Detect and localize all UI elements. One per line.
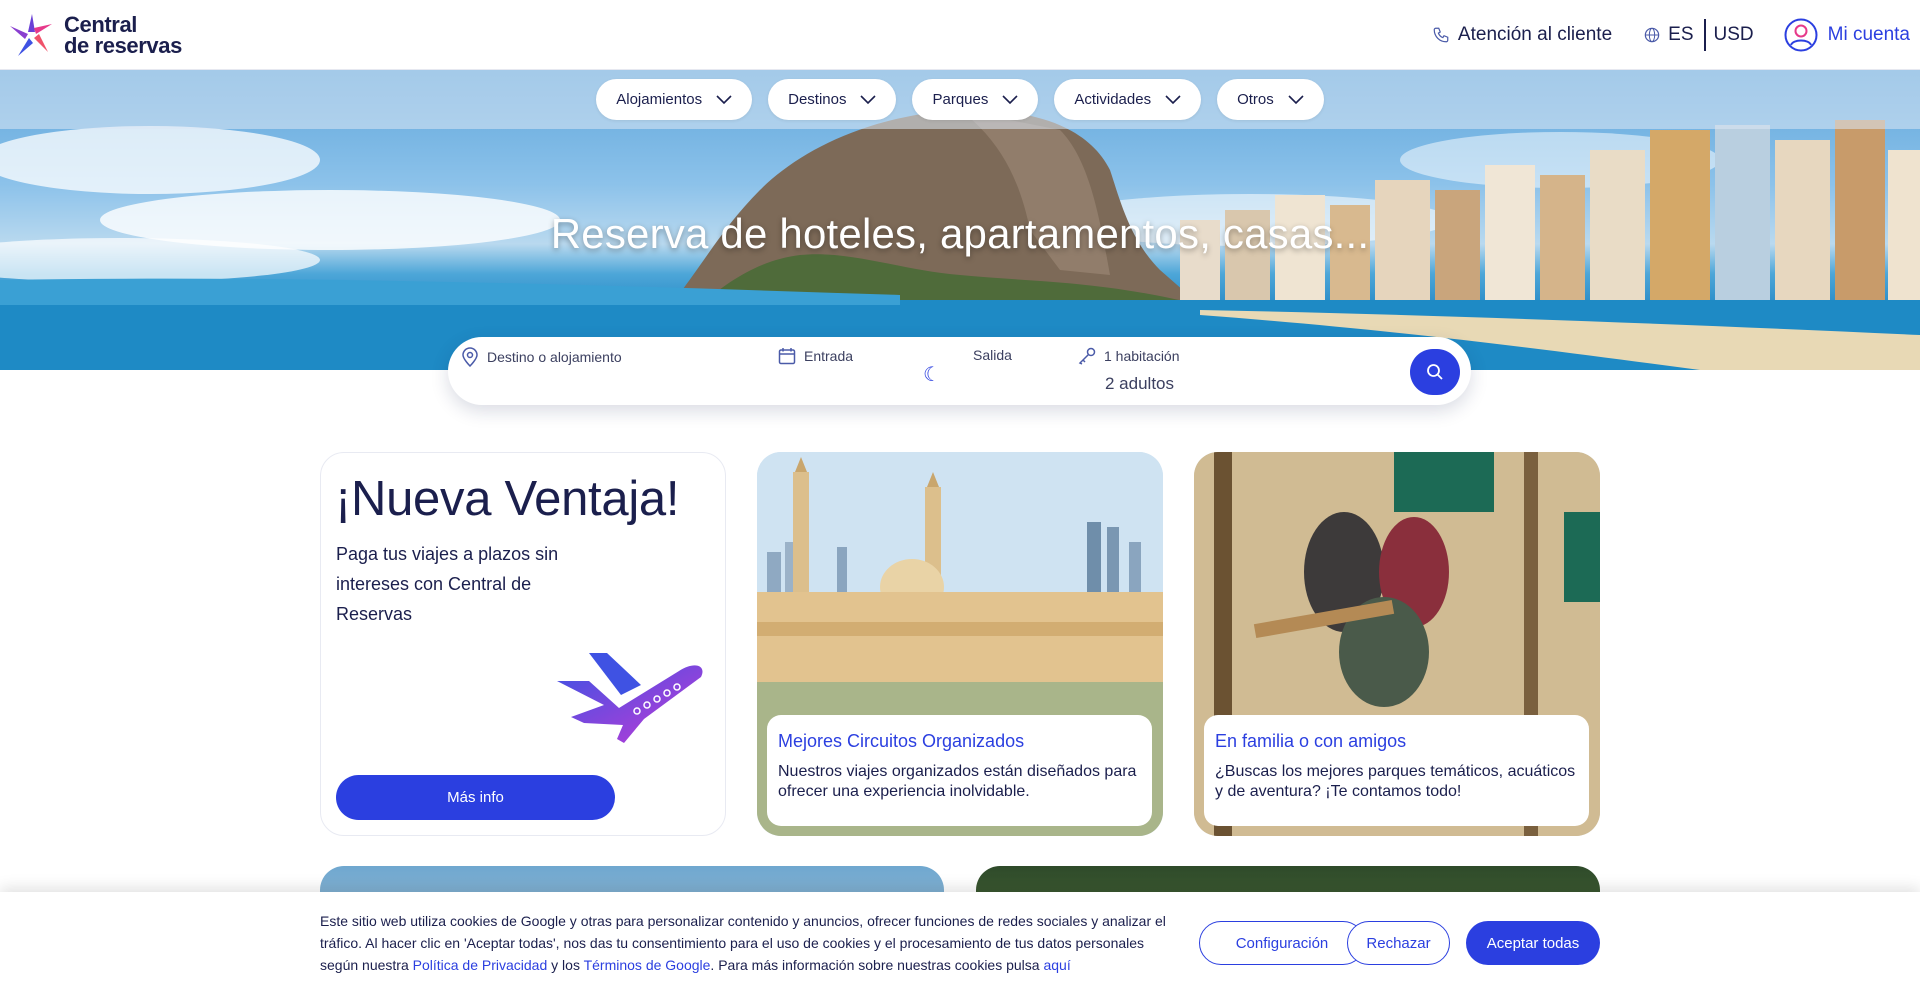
nav-alojamientos[interactable]: Alojamientos (596, 79, 753, 120)
promo-title: ¡Nueva Ventaja! (335, 472, 680, 526)
nav-actividades[interactable]: Actividades (1054, 79, 1202, 120)
nav-parques[interactable]: Parques (912, 79, 1039, 120)
globe-icon (1644, 27, 1660, 43)
rooms-field[interactable]: 1 habitación (1078, 347, 1180, 365)
currency-code: USD (1713, 24, 1754, 45)
phone-icon (1433, 27, 1449, 43)
search-button[interactable] (1410, 349, 1460, 395)
card-text: Nuestros viajes organizados están diseña… (778, 763, 1137, 800)
language-code: ES (1668, 24, 1694, 45)
cookie-text-2: y los (547, 957, 584, 973)
brand-logo[interactable]: Central de reservas (8, 12, 182, 58)
chevron-down-icon (716, 94, 732, 104)
chevron-down-icon (860, 94, 877, 104)
location-pin-icon (462, 347, 478, 367)
cookie-text: Este sitio web utiliza cookies de Google… (320, 910, 1182, 976)
account-label: Mi cuenta (1827, 24, 1910, 45)
checkout-label: Salida (973, 347, 1012, 363)
search-bar: Destino o alojamiento Entrada ☾ Salida 1… (448, 337, 1471, 405)
chevron-down-icon (1165, 94, 1181, 104)
destination-field[interactable]: Destino o alojamiento (461, 347, 761, 367)
rooms-label: 1 habitación (1104, 348, 1180, 364)
destination-placeholder: Destino o alojamiento (487, 349, 622, 365)
card-caption: Mejores Circuitos Organizados Nuestros v… (767, 715, 1152, 826)
checkout-field[interactable]: Salida (973, 347, 1012, 363)
nav-label: Otros (1237, 91, 1274, 108)
checkin-label: Entrada (804, 348, 854, 364)
nav-destinos[interactable]: Destinos (768, 79, 897, 120)
hero-banner: Alojamientos Destinos Parques Actividade… (0, 70, 1920, 370)
promo-card: ¡Nueva Ventaja! Paga tus viajes a plazos… (320, 452, 726, 836)
cookie-settings-button[interactable]: Configuración (1199, 921, 1365, 965)
customer-support-link[interactable]: Atención al cliente (1432, 24, 1612, 46)
language-selector[interactable]: ES (1644, 24, 1694, 46)
cookie-info-link[interactable]: aquí (1043, 957, 1070, 973)
promo-text: Paga tus viajes a plazos sin intereses c… (336, 544, 559, 624)
hero-title: Reserva de hoteles, apartamentos, casas.… (550, 210, 1370, 257)
my-account-link[interactable]: Mi cuenta (1784, 18, 1910, 52)
nav-otros[interactable]: Otros (1217, 79, 1324, 120)
cookie-banner: Este sitio web utiliza cookies de Google… (0, 892, 1920, 993)
chevron-down-icon (1002, 94, 1018, 104)
card-caption: En familia o con amigos ¿Buscas los mejo… (1204, 715, 1589, 826)
moon-icon: ☾ (923, 364, 941, 386)
card-title: Mejores Circuitos Organizados (778, 731, 1025, 751)
google-terms-link[interactable]: Términos de Google (584, 957, 711, 973)
checkin-field[interactable]: Entrada (778, 347, 853, 365)
privacy-policy-link[interactable]: Política de Privacidad (413, 957, 548, 973)
cookie-text-3: . Para más información sobre nuestras co… (710, 957, 1044, 973)
search-icon (1427, 364, 1443, 380)
guests-value[interactable]: 2 adultos (1105, 374, 1174, 394)
nav-label: Actividades (1074, 91, 1152, 108)
nav-label: Alojamientos (616, 91, 703, 108)
card-text: ¿Buscas los mejores parques temáticos, a… (1215, 763, 1576, 800)
cookie-accept-button[interactable]: Aceptar todas (1466, 921, 1600, 965)
cookie-reject-button[interactable]: Rechazar (1347, 921, 1450, 965)
currency-selector[interactable]: USD (1714, 24, 1754, 46)
card-circuits[interactable]: Mejores Circuitos Organizados Nuestros v… (757, 452, 1163, 836)
airplane-icon (557, 653, 703, 743)
chevron-down-icon (1288, 94, 1304, 104)
nav-label: Destinos (788, 91, 847, 108)
card-family[interactable]: En familia o con amigos ¿Buscas los mejo… (1194, 452, 1600, 836)
nav-label: Parques (932, 91, 989, 108)
main-nav: Alojamientos Destinos Parques Actividade… (0, 79, 1920, 120)
logo-star-icon (10, 14, 52, 56)
key-icon (1078, 347, 1096, 365)
more-info-button[interactable]: Más info (336, 775, 615, 820)
card-title: En familia o con amigos (1215, 731, 1407, 751)
header-actions: Atención al cliente ES USD Mi cuenta (1432, 16, 1910, 54)
site-header: Central de reservas Atención al cliente … (0, 0, 1920, 70)
calendar-icon (778, 348, 796, 365)
brand-name: Central de reservas (64, 12, 182, 58)
header-divider (1703, 19, 1706, 51)
user-circle-icon (1784, 18, 1818, 52)
support-label: Atención al cliente (1457, 24, 1613, 45)
